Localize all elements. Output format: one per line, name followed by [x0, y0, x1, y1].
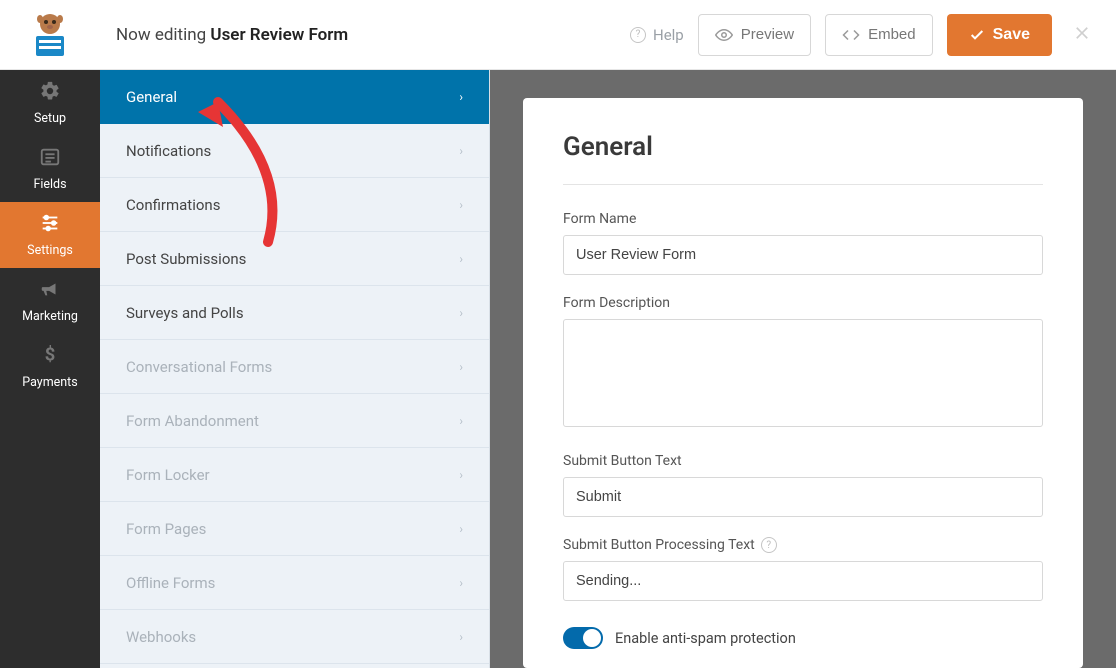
help-icon: ? — [630, 27, 646, 43]
chevron-right-icon: › — [459, 522, 463, 536]
submit-processing-input[interactable] — [563, 561, 1043, 601]
topbar-actions: ? Help Preview Embed Save — [630, 14, 1116, 56]
antispam-label: Enable anti-spam protection — [615, 630, 796, 647]
divider — [563, 184, 1043, 185]
preview-label: Preview — [741, 26, 794, 43]
list-icon — [39, 146, 61, 173]
antispam-toggle[interactable] — [563, 627, 603, 649]
preview-button[interactable]: Preview — [698, 14, 811, 56]
submenu-item-offline-forms[interactable]: Offline Forms › — [100, 556, 489, 610]
chevron-right-icon: › — [459, 198, 463, 212]
submenu-item-surveys-polls[interactable]: Surveys and Polls › — [100, 286, 489, 340]
submenu-item-notifications[interactable]: Notifications › — [100, 124, 489, 178]
submit-processing-label-text: Submit Button Processing Text — [563, 537, 755, 553]
close-icon — [1072, 23, 1092, 43]
submenu-item-confirmations[interactable]: Confirmations › — [100, 178, 489, 232]
general-settings-card: General Form Name Form Description Submi… — [523, 98, 1083, 668]
panel-heading: General — [563, 132, 1043, 162]
chevron-right-icon: › — [459, 468, 463, 482]
save-label: Save — [993, 26, 1030, 44]
preview-area: General Form Name Form Description Submi… — [490, 70, 1116, 668]
submenu-label: Surveys and Polls — [126, 304, 244, 322]
chevron-right-icon: › — [459, 90, 463, 104]
chevron-right-icon: › — [459, 306, 463, 320]
antispam-row: Enable anti-spam protection — [563, 627, 1043, 649]
help-tooltip-icon[interactable]: ? — [761, 537, 777, 553]
editing-title: Now editing User Review Form — [100, 25, 630, 45]
submenu-label: Form Locker — [126, 466, 210, 484]
form-name-title: User Review Form — [210, 25, 348, 45]
dollar-icon: $ — [39, 344, 61, 371]
sidebar-item-marketing[interactable]: Marketing — [0, 268, 100, 334]
logo — [0, 0, 100, 70]
sidebar-item-label: Setup — [34, 111, 66, 126]
sidebar-item-label: Fields — [33, 177, 66, 192]
submenu-label: Offline Forms — [126, 574, 215, 592]
main: Setup Fields Settings Marketing $ Paymen… — [0, 70, 1116, 668]
embed-button[interactable]: Embed — [825, 14, 933, 56]
save-button[interactable]: Save — [947, 14, 1052, 56]
settings-submenu: General › Notifications › Confirmations … — [100, 70, 490, 668]
embed-label: Embed — [868, 26, 916, 43]
svg-text:$: $ — [45, 345, 56, 366]
submenu-item-form-locker[interactable]: Form Locker › — [100, 448, 489, 502]
gear-icon — [39, 80, 61, 107]
submenu-label: Conversational Forms — [126, 358, 272, 376]
submenu-label: Form Abandonment — [126, 412, 259, 430]
chevron-right-icon: › — [459, 576, 463, 590]
help-link[interactable]: ? Help — [630, 26, 684, 44]
form-description-input[interactable] — [563, 319, 1043, 427]
sidebar: Setup Fields Settings Marketing $ Paymen… — [0, 70, 100, 668]
check-icon — [969, 27, 985, 43]
sidebar-item-label: Marketing — [22, 309, 78, 324]
form-name-input[interactable] — [563, 235, 1043, 275]
chevron-right-icon: › — [459, 414, 463, 428]
chevron-right-icon: › — [459, 252, 463, 266]
wpforms-logo-icon — [25, 10, 75, 60]
chevron-right-icon: › — [459, 360, 463, 374]
submenu-item-webhooks[interactable]: Webhooks › — [100, 610, 489, 664]
eye-icon — [715, 26, 733, 44]
sidebar-item-fields[interactable]: Fields — [0, 136, 100, 202]
submenu-item-form-abandonment[interactable]: Form Abandonment › — [100, 394, 489, 448]
form-description-label: Form Description — [563, 295, 1043, 311]
submenu-label: General — [126, 88, 177, 106]
close-button[interactable] — [1066, 20, 1098, 50]
sidebar-item-settings[interactable]: Settings — [0, 202, 100, 268]
submenu-label: Form Pages — [126, 520, 206, 538]
submenu-label: Post Submissions — [126, 250, 246, 268]
submenu-label: Webhooks — [126, 628, 196, 646]
submenu-item-conversational-forms[interactable]: Conversational Forms › — [100, 340, 489, 394]
topbar: Now editing User Review Form ? Help Prev… — [0, 0, 1116, 70]
code-icon — [842, 26, 860, 44]
submenu-label: Notifications — [126, 142, 211, 160]
submenu-label: Confirmations — [126, 196, 220, 214]
help-label: Help — [653, 26, 684, 44]
submenu-item-general[interactable]: General › — [100, 70, 489, 124]
submenu-item-form-pages[interactable]: Form Pages › — [100, 502, 489, 556]
sliders-icon — [39, 212, 61, 239]
sidebar-item-label: Settings — [27, 243, 73, 258]
sidebar-item-setup[interactable]: Setup — [0, 70, 100, 136]
submit-processing-label: Submit Button Processing Text ? — [563, 537, 1043, 553]
chevron-right-icon: › — [459, 630, 463, 644]
sidebar-item-label: Payments — [22, 375, 77, 390]
submit-text-label: Submit Button Text — [563, 453, 1043, 469]
bullhorn-icon — [39, 278, 61, 305]
form-name-label: Form Name — [563, 211, 1043, 227]
submenu-item-post-submissions[interactable]: Post Submissions › — [100, 232, 489, 286]
title-prefix: Now editing — [116, 25, 206, 45]
chevron-right-icon: › — [459, 144, 463, 158]
submit-text-input[interactable] — [563, 477, 1043, 517]
sidebar-item-payments[interactable]: $ Payments — [0, 334, 100, 400]
